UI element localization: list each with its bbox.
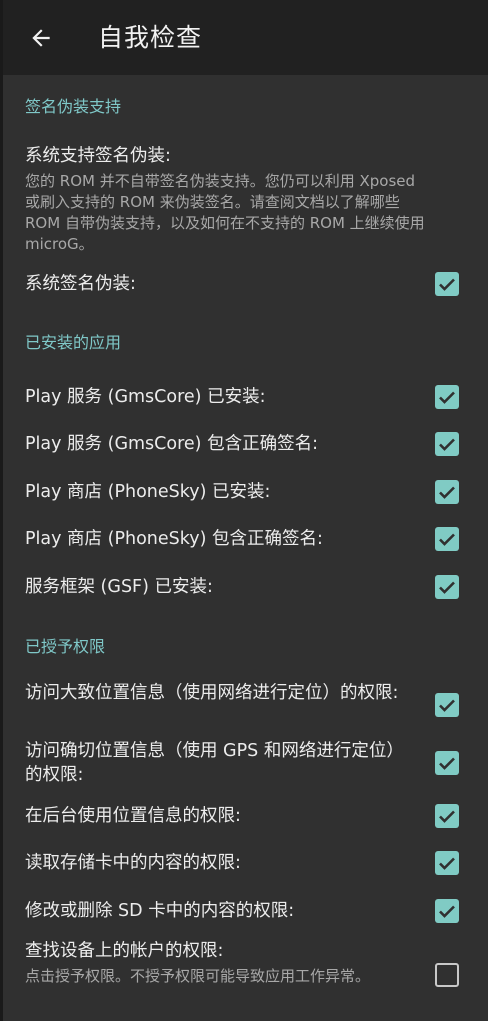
pref-title: 修改或删除 SD 卡中的内容的权限: [25, 901, 295, 921]
check-icon [439, 438, 455, 451]
check-icon [439, 905, 455, 918]
back-button[interactable] [21, 18, 61, 58]
checkbox-system-signature-spoof[interactable] [435, 272, 459, 296]
checkbox-gmscore-signature[interactable] [435, 432, 459, 456]
pref-title: Play 服务 (GmsCore) 已安装: [25, 387, 266, 407]
pref-system-signature-spoof[interactable]: 系统签名伪装: [3, 266, 488, 302]
section-header-signature: 签名伪装支持 [25, 97, 122, 116]
check-icon [439, 391, 455, 404]
pref-permission-background-location[interactable]: 在后台使用位置信息的权限: [3, 798, 488, 834]
pref-title: 访问大致位置信息（使用网络进行定位）的权限: [25, 683, 399, 703]
check-icon [439, 533, 455, 546]
pref-permission-coarse-location[interactable]: 访问大致位置信息（使用网络进行定位）的权限: [3, 678, 488, 732]
pref-summary: 点击授予权限。不授予权限可能导致应用工作异常。 [25, 967, 371, 985]
checkbox-gsf-installed[interactable] [435, 575, 459, 599]
check-icon [439, 810, 455, 823]
pref-title: 服务框架 (GSF) 已安装: [25, 577, 213, 597]
pref-gmscore-signature[interactable]: Play 服务 (GmsCore) 包含正确签名: [3, 426, 488, 462]
checkbox-gmscore-installed[interactable] [435, 385, 459, 409]
pref-summary: 您的 ROM 并不自带签名伪装支持。您仍可以利用 Xposed 或刷入支持的 R… [25, 172, 425, 253]
checkbox-permission-get-accounts[interactable] [435, 963, 459, 987]
checkbox-phonesky-signature[interactable] [435, 527, 459, 551]
check-icon [439, 486, 455, 499]
check-icon [439, 699, 455, 712]
pref-gmscore-installed[interactable]: Play 服务 (GmsCore) 已安装: [3, 379, 488, 415]
pref-permission-read-storage[interactable]: 读取存储卡中的内容的权限: [3, 845, 488, 881]
check-icon [439, 757, 455, 770]
arrow-left-icon [32, 29, 50, 47]
pref-title: 系统签名伪装: [25, 274, 136, 294]
checkbox-permission-read-storage[interactable] [435, 851, 459, 875]
pref-title: Play 商店 (PhoneSky) 已安装: [25, 482, 271, 502]
section-header-permissions: 已授予权限 [25, 637, 106, 656]
pref-title: 在后台使用位置信息的权限: [25, 806, 241, 826]
checkbox-permission-background-location[interactable] [435, 804, 459, 828]
pref-title: Play 服务 (GmsCore) 包含正确签名: [25, 434, 318, 454]
pref-title: Play 商店 (PhoneSky) 包含正确签名: [25, 529, 323, 549]
pref-system-signature-support[interactable]: 系统支持签名伪装: 您的 ROM 并不自带签名伪装支持。您仍可以利用 Xpose… [3, 140, 488, 260]
checkbox-permission-coarse-location[interactable] [435, 693, 459, 717]
self-check-screen: 自我检查 签名伪装支持 系统支持签名伪装: 您的 ROM 并不自带签名伪装支持。… [3, 0, 488, 1021]
check-icon [439, 857, 455, 870]
checkbox-phonesky-installed[interactable] [435, 480, 459, 504]
pref-title: 查找设备上的帐户的权限: [25, 941, 224, 961]
pref-gsf-installed[interactable]: 服务框架 (GSF) 已安装: [3, 569, 488, 605]
pref-phonesky-signature[interactable]: Play 商店 (PhoneSky) 包含正确签名: [3, 521, 488, 557]
pref-permission-get-accounts[interactable]: 查找设备上的帐户的权限: 点击授予权限。不授予权限可能导致应用工作异常。 [3, 937, 488, 1021]
pref-permission-fine-location[interactable]: 访问确切位置信息（使用 GPS 和网络进行定位）的权限: [3, 736, 488, 790]
check-icon [439, 278, 455, 291]
pref-title: 读取存储卡中的内容的权限: [25, 853, 241, 873]
page-title: 自我检查 [98, 23, 203, 52]
pref-phonesky-installed[interactable]: Play 商店 (PhoneSky) 已安装: [3, 474, 488, 510]
check-icon [439, 581, 455, 594]
pref-title: 系统支持签名伪装: [25, 146, 171, 166]
checkbox-permission-fine-location[interactable] [435, 751, 459, 775]
checkbox-permission-write-storage[interactable] [435, 899, 459, 923]
toolbar: 自我检查 [3, 0, 488, 75]
pref-permission-write-storage[interactable]: 修改或删除 SD 卡中的内容的权限: [3, 893, 488, 929]
pref-title: 访问确切位置信息（使用 GPS 和网络进行定位）的权限: [25, 741, 404, 785]
section-header-installed-apps: 已安装的应用 [25, 333, 122, 352]
